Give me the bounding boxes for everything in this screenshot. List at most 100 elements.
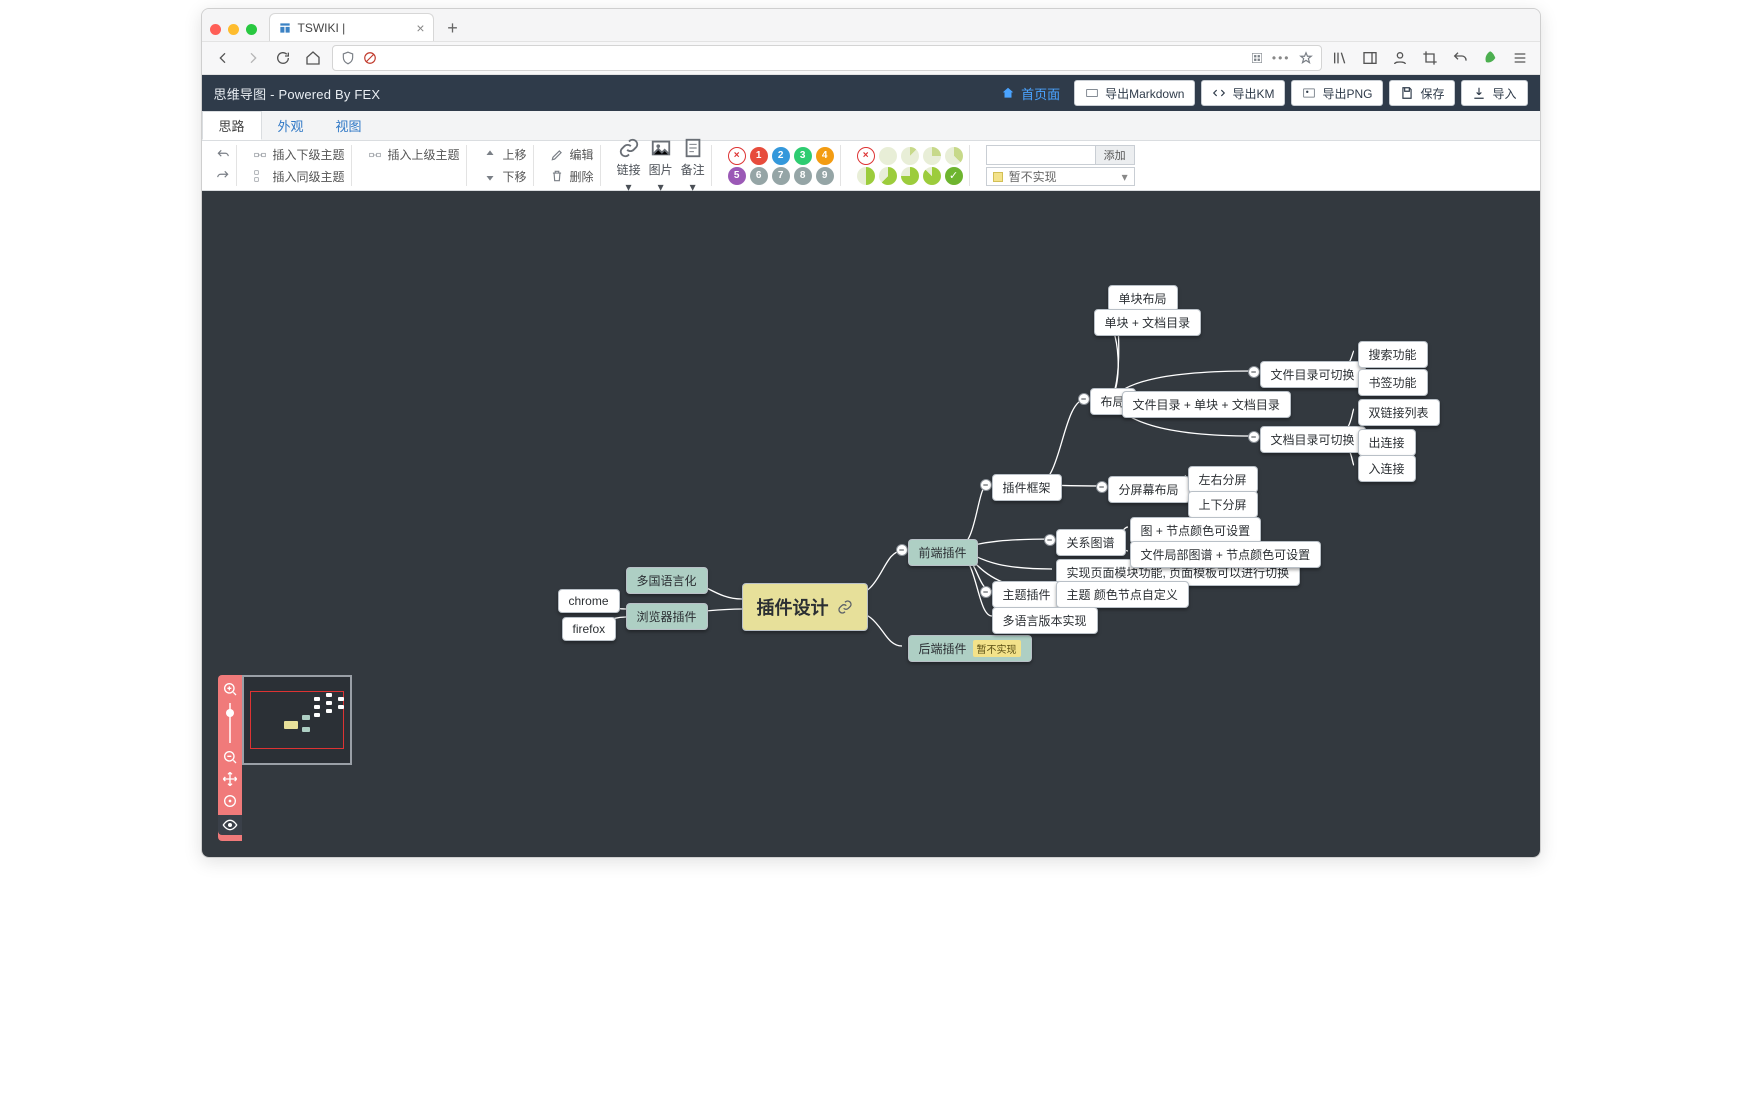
progress-75-button[interactable] (901, 167, 919, 185)
progress-12-button[interactable] (901, 147, 919, 165)
expand-toggle[interactable]: − (980, 586, 992, 598)
image-button[interactable]: 图片 ▾ (649, 137, 673, 194)
priority-1-button[interactable]: 1 (750, 147, 768, 165)
progress-62-button[interactable] (879, 167, 897, 185)
mindmap-root-node[interactable]: 插件设计 (742, 583, 868, 631)
new-tab-button[interactable]: + (440, 15, 466, 41)
zoom-in-icon[interactable] (222, 681, 238, 697)
move-up-button[interactable]: 上移 (483, 145, 527, 165)
export-png-button[interactable]: 导出PNG (1291, 80, 1383, 106)
expand-toggle[interactable]: − (1248, 366, 1260, 378)
tag-select[interactable]: 暂不实现 (986, 167, 1135, 186)
mindmap-node[interactable]: 出连接 (1358, 429, 1416, 456)
close-icon[interactable]: × (416, 20, 424, 36)
priority-2-button[interactable]: 2 (772, 147, 790, 165)
toggle-minimap-icon[interactable] (218, 815, 242, 835)
mindmap-node[interactable]: 后端插件暂不实现 (908, 635, 1032, 662)
account-icon[interactable] (1390, 47, 1410, 69)
url-bar[interactable]: ••• (332, 45, 1322, 71)
priority-clear-button[interactable]: × (728, 147, 746, 165)
mindmap-node[interactable]: 单块布局 (1108, 285, 1178, 312)
crop-icon[interactable] (1420, 47, 1440, 69)
mindmap-node[interactable]: 图 + 节点颜色可设置 (1130, 517, 1262, 544)
delete-button[interactable]: 删除 (550, 167, 594, 187)
window-zoom-icon[interactable] (246, 24, 257, 35)
mindmap-node[interactable]: 主题 颜色节点自定义 (1056, 581, 1189, 608)
priority-3-button[interactable]: 3 (794, 147, 812, 165)
window-minimize-icon[interactable] (228, 24, 239, 35)
nav-back-button[interactable] (212, 47, 234, 69)
mindmap-node[interactable]: 关系图谱 (1056, 529, 1126, 556)
redo-icon[interactable] (216, 169, 230, 183)
edit-button[interactable]: 编辑 (550, 145, 594, 165)
export-km-button[interactable]: 导出KM (1201, 80, 1285, 106)
locate-icon[interactable] (222, 793, 238, 809)
mindmap-node[interactable]: 文件目录可切换 (1260, 361, 1366, 388)
mindmap-node[interactable]: 主题插件 (992, 581, 1062, 608)
browser-tab[interactable]: TSWIKI | × (269, 13, 434, 41)
insert-child-button[interactable]: 插入下级主题 (253, 145, 345, 165)
mindmap-node[interactable]: 双链接列表 (1358, 399, 1440, 426)
progress-25-button[interactable] (923, 147, 941, 165)
mindmap-node[interactable]: 入连接 (1358, 455, 1416, 482)
priority-7-button[interactable]: 7 (772, 167, 790, 185)
progress-50-button[interactable] (857, 167, 875, 185)
progress-clear-button[interactable]: × (857, 147, 875, 165)
nav-reload-button[interactable] (272, 47, 294, 69)
tab-idea[interactable]: 思路 (202, 111, 262, 140)
import-button[interactable]: 导入 (1461, 80, 1527, 106)
save-button[interactable]: 保存 (1389, 80, 1455, 106)
mindmap-node[interactable]: 搜索功能 (1358, 341, 1428, 368)
expand-toggle[interactable]: − (1248, 431, 1260, 443)
nav-forward-button[interactable] (242, 47, 264, 69)
home-link[interactable]: 首页面 (1001, 84, 1060, 103)
zoom-out-icon[interactable] (222, 749, 238, 765)
sidebar-icon[interactable] (1360, 47, 1380, 69)
minimap[interactable] (242, 675, 352, 765)
mindmap-node[interactable]: 插件框架 (992, 474, 1062, 501)
star-icon[interactable] (1299, 51, 1313, 65)
priority-6-button[interactable]: 6 (750, 167, 768, 185)
progress-100-button[interactable] (945, 167, 963, 185)
mindmap-node[interactable]: 前端插件 (908, 539, 978, 566)
priority-4-button[interactable]: 4 (816, 147, 834, 165)
tag-input[interactable] (986, 145, 1096, 165)
ellipsis-icon[interactable]: ••• (1272, 51, 1291, 65)
minimap-viewport[interactable] (250, 691, 344, 749)
mindmap-node[interactable]: 浏览器插件 (626, 603, 708, 630)
menu-icon[interactable] (1510, 47, 1530, 69)
library-icon[interactable] (1330, 47, 1350, 69)
mindmap-node[interactable]: 文件目录 + 单块 + 文档目录 (1122, 391, 1291, 418)
expand-toggle[interactable]: − (980, 479, 992, 491)
expand-toggle[interactable]: − (1078, 393, 1090, 405)
tag-add-button[interactable]: 添加 (1096, 145, 1135, 165)
priority-5-button[interactable]: 5 (728, 167, 746, 185)
tab-view[interactable]: 视图 (320, 111, 378, 140)
mindmap-node[interactable]: 文件局部图谱 + 节点颜色可设置 (1130, 541, 1322, 568)
progress-0-button[interactable] (879, 147, 897, 165)
tab-appearance[interactable]: 外观 (262, 111, 320, 140)
mindmap-node[interactable]: 分屏幕布局 (1108, 476, 1190, 503)
mindmap-node[interactable]: 上下分屏 (1188, 491, 1258, 518)
expand-toggle[interactable]: − (1044, 534, 1056, 546)
mindmap-node[interactable]: 左右分屏 (1188, 466, 1258, 493)
link-button[interactable]: 链接 ▾ (617, 137, 641, 194)
nav-home-button[interactable] (302, 47, 324, 69)
reader-icon[interactable] (1250, 51, 1264, 65)
zoom-slider[interactable] (229, 703, 231, 743)
export-markdown-button[interactable]: 导出Markdown (1074, 80, 1195, 106)
window-close-icon[interactable] (210, 24, 221, 35)
expand-toggle[interactable]: − (896, 544, 908, 556)
note-button[interactable]: 备注 ▾ (681, 137, 705, 194)
insert-parent-button[interactable]: 插入上级主题 (368, 145, 460, 165)
progress-87-button[interactable] (923, 167, 941, 185)
mindmap-node[interactable]: 多国语言化 (626, 567, 708, 594)
mindmap-node[interactable]: 单块 + 文档目录 (1094, 309, 1202, 336)
move-down-button[interactable]: 下移 (483, 167, 527, 187)
expand-toggle[interactable]: − (1096, 481, 1108, 493)
mindmap-canvas[interactable]: 插件设计 多国语言化 浏览器插件 chrome firefox − 前端插件 后… (202, 191, 1540, 857)
priority-9-button[interactable]: 9 (816, 167, 834, 185)
mindmap-node[interactable]: 书签功能 (1358, 369, 1428, 396)
pan-icon[interactable] (222, 771, 238, 787)
mindmap-node[interactable]: firefox (562, 617, 617, 641)
